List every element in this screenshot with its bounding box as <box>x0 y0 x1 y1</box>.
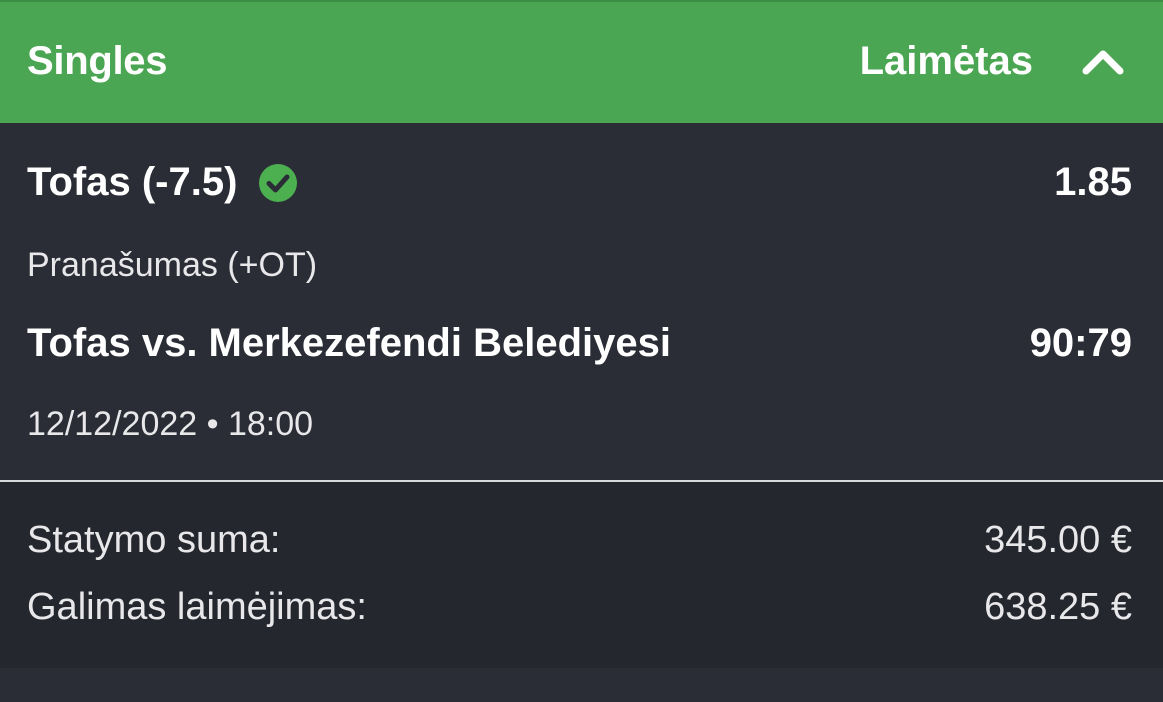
event-name: Tofas vs. Merkezefendi Belediyesi <box>27 321 671 365</box>
selection-name: Tofas (-7.5) <box>27 160 238 204</box>
selection-row: Tofas (-7.5) <box>27 160 299 205</box>
selection-odds: 1.85 <box>1054 160 1132 204</box>
bet-header[interactable]: Singles Laimėtas <box>0 0 1163 123</box>
event-score: 90:79 <box>1029 321 1132 365</box>
bet-status: Laimėtas <box>859 39 1033 83</box>
market-name: Pranašumas (+OT) <box>27 246 318 284</box>
bet-type-title: Singles <box>27 39 168 83</box>
bet-summary: Statymo suma: 345.00 € Galimas laimėjima… <box>0 482 1163 668</box>
stake-label: Statymo suma: <box>27 519 281 561</box>
check-circle-icon <box>259 163 298 202</box>
bet-card: Singles Laimėtas Tofas (-7.5) 1.85 Prana… <box>0 0 1163 702</box>
event-datetime: 12/12/2022 • 18:00 <box>27 405 314 443</box>
chevron-up-icon[interactable] <box>1081 46 1125 76</box>
stake-value: 345.00 € <box>984 519 1132 561</box>
payout-label: Galimas laimėjimas: <box>27 586 367 628</box>
payout-value: 638.25 € <box>984 586 1132 628</box>
card-footer <box>0 668 1163 702</box>
